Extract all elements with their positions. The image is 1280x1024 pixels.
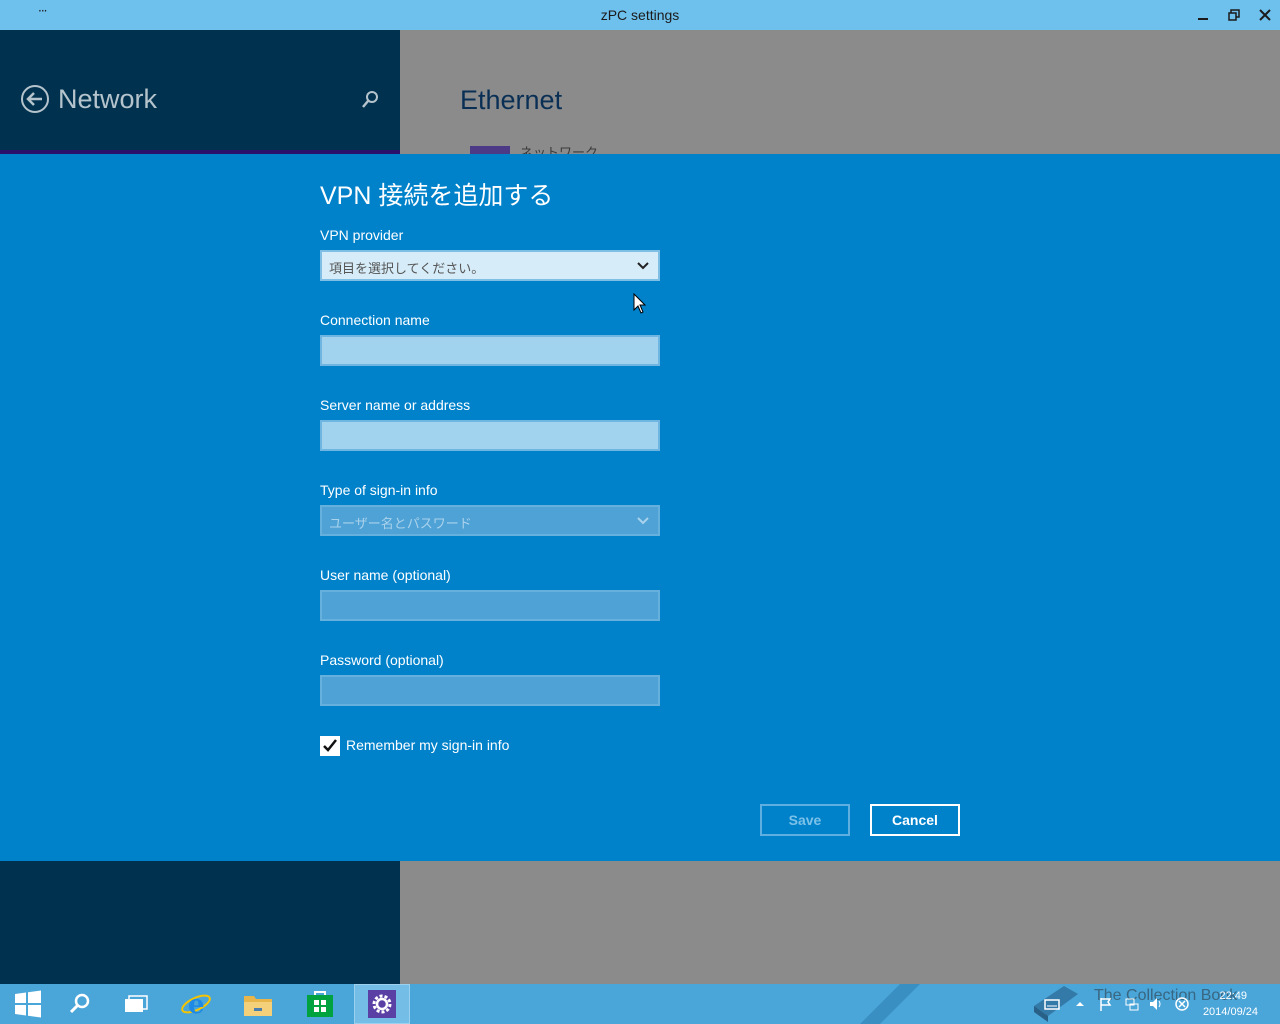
start-button[interactable] xyxy=(0,984,56,1024)
settings-icon xyxy=(368,990,396,1018)
internet-explorer-button[interactable]: e xyxy=(168,984,224,1024)
flag-icon[interactable] xyxy=(1098,996,1114,1012)
system-tray: The Collection Book 22:49 2014/09/24 xyxy=(1034,984,1280,1024)
network-tile-label: ネットワーク xyxy=(520,146,599,154)
window-title: zPC settings xyxy=(600,7,680,23)
network-icon[interactable] xyxy=(1124,996,1140,1012)
task-view-button[interactable] xyxy=(108,984,164,1024)
start-icon xyxy=(15,990,41,1018)
settings-button[interactable] xyxy=(354,984,410,1024)
chevron-down-icon xyxy=(637,517,649,525)
search-icon[interactable] xyxy=(360,90,380,110)
volume-icon[interactable] xyxy=(1148,996,1164,1012)
close-icon xyxy=(1259,9,1271,21)
close-circle-icon[interactable] xyxy=(1174,996,1190,1012)
watermark-text: The Collection Book xyxy=(1094,987,1238,1004)
remember-label: Remember my sign-in info xyxy=(346,737,510,753)
keyboard-icon[interactable] xyxy=(1044,996,1060,1012)
content-title: Ethernet xyxy=(460,85,563,115)
connection-name-input[interactable] xyxy=(320,335,660,366)
svg-text:e: e xyxy=(188,990,205,1020)
dialog-title: VPN 接続を追加する xyxy=(320,182,554,210)
password-label: Password (optional) xyxy=(320,652,444,668)
save-button[interactable]: Save xyxy=(760,804,850,836)
close-button[interactable] xyxy=(1250,0,1280,30)
chevron-down-icon xyxy=(637,262,649,270)
cancel-button[interactable]: Cancel xyxy=(870,804,960,836)
task-view-icon xyxy=(125,995,148,1012)
clock-time[interactable]: 22:49 xyxy=(1219,990,1247,1002)
title-bar: ··· zPC settings xyxy=(0,0,1280,30)
remember-checkbox[interactable] xyxy=(320,736,340,756)
internet-explorer-icon: e xyxy=(181,990,211,1020)
vpn-provider-value: 項目を選択してください。 xyxy=(329,261,485,276)
nav-header: Network xyxy=(0,30,400,152)
file-explorer-button[interactable] xyxy=(230,984,286,1024)
signin-type-label: Type of sign-in info xyxy=(320,482,438,498)
server-label: Server name or address xyxy=(320,397,471,413)
file-explorer-icon xyxy=(244,996,272,1016)
back-arrow-icon[interactable] xyxy=(20,84,50,114)
connection-name-label: Connection name xyxy=(320,312,430,328)
store-button[interactable] xyxy=(292,984,348,1024)
vpn-provider-select[interactable]: 項目を選択してください。 xyxy=(320,250,660,281)
chevron-up-icon[interactable] xyxy=(1072,996,1088,1012)
checkmark-icon xyxy=(323,739,337,752)
restore-icon xyxy=(1228,9,1240,21)
password-input[interactable] xyxy=(320,675,660,706)
clock-date[interactable]: 2014/09/24 xyxy=(1203,1006,1258,1018)
nav-title: Network xyxy=(58,84,158,114)
add-vpn-dialog: VPN 接続を追加する VPN provider 項目を選択してください。 Co… xyxy=(0,154,1280,861)
restore-button[interactable] xyxy=(1219,0,1249,30)
store-icon xyxy=(307,991,333,1017)
signin-type-value: ユーザー名とパスワード xyxy=(329,516,472,531)
taskbar-decoration xyxy=(860,984,920,1024)
minimize-icon xyxy=(1198,18,1208,20)
vpn-provider-label: VPN provider xyxy=(320,227,404,243)
minimize-button[interactable] xyxy=(1188,0,1218,30)
username-label: User name (optional) xyxy=(320,567,451,583)
username-input[interactable] xyxy=(320,590,660,621)
taskbar-search-button[interactable] xyxy=(52,984,108,1024)
search-icon xyxy=(69,993,90,1014)
server-input[interactable] xyxy=(320,420,660,451)
taskbar: e The Collection Book 22:49 2014/09/24 xyxy=(0,984,1280,1024)
mouse-cursor-icon xyxy=(633,293,647,314)
signin-type-select[interactable]: ユーザー名とパスワード xyxy=(320,505,660,536)
